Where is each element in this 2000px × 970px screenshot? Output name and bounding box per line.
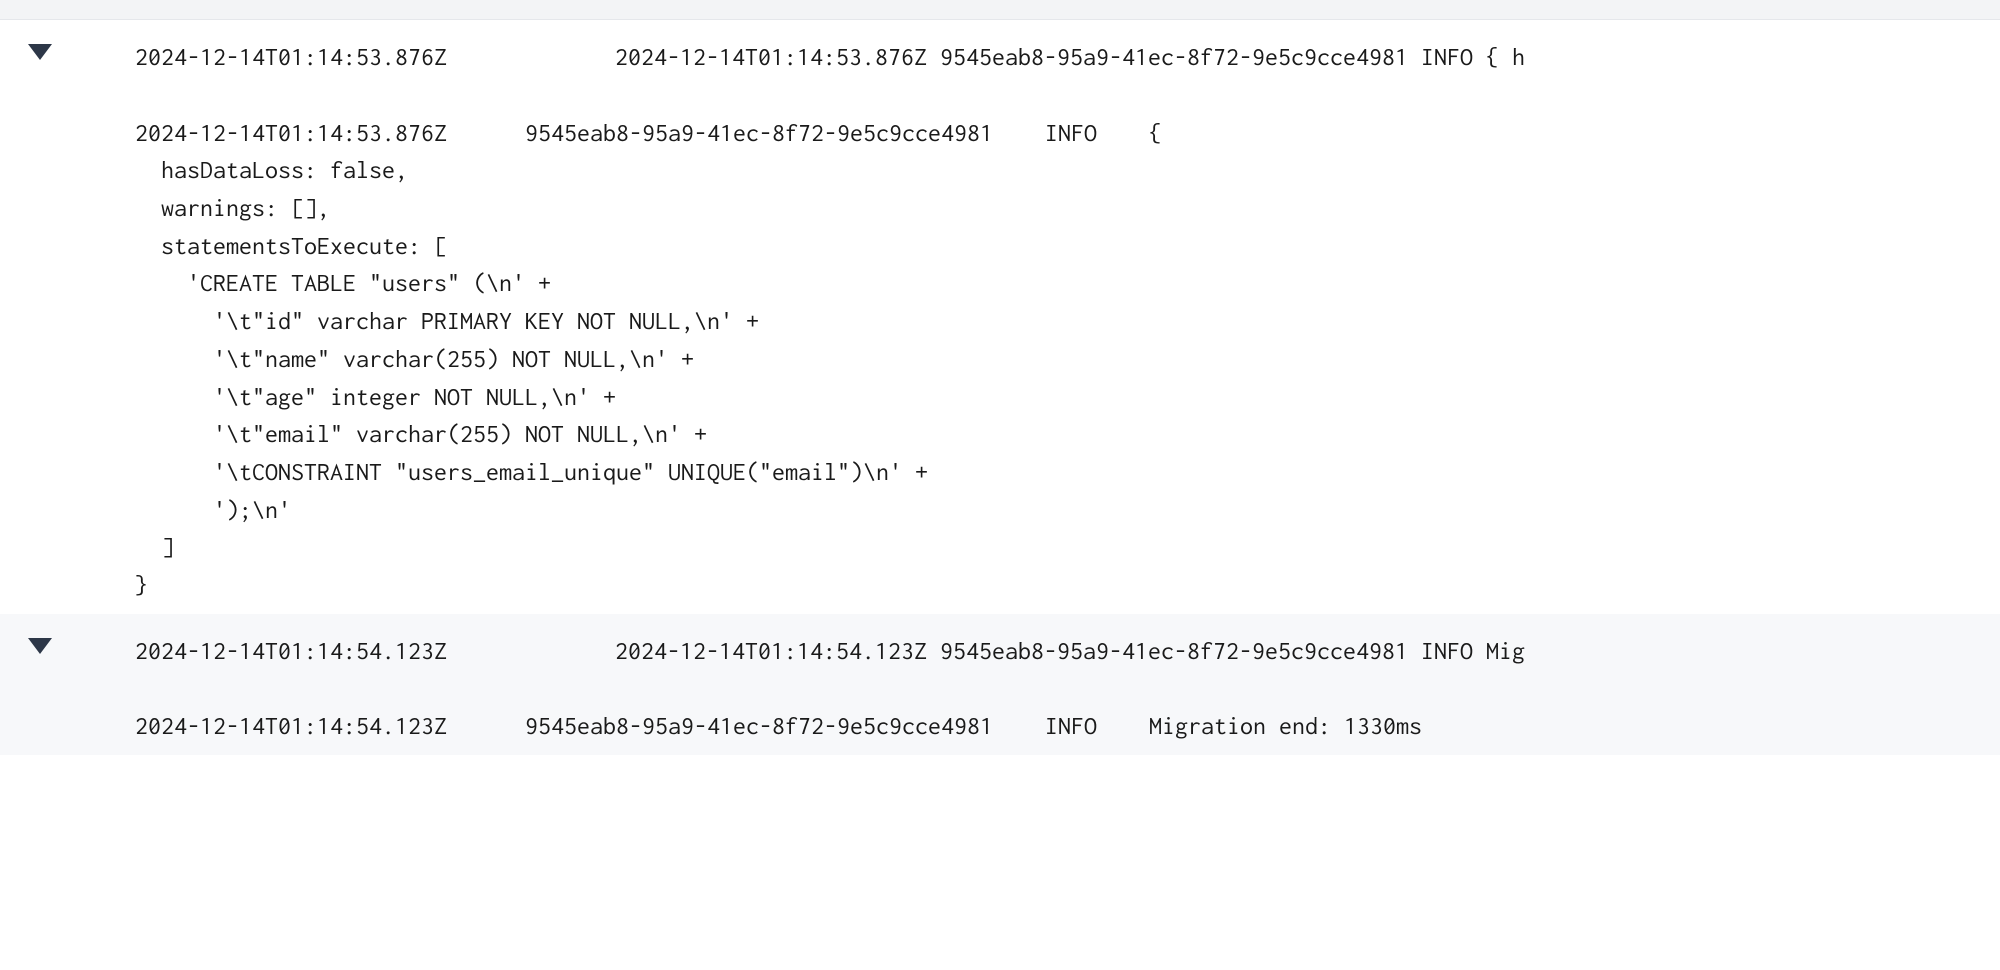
log-detail: 2024-12-14T01:14:54.123Z 9545eab8-95a9-4… xyxy=(0,677,2000,745)
chevron-down-icon xyxy=(28,638,52,654)
expand-toggle[interactable] xyxy=(0,38,80,60)
chevron-down-icon xyxy=(28,44,52,60)
log-detail-header: 2024-12-14T01:14:54.123Z 9545eab8-95a9-4… xyxy=(135,707,2000,745)
log-viewer: 2024-12-14T01:14:53.876Z 2024-12-14T01:1… xyxy=(0,0,2000,755)
log-summary-row[interactable]: 2024-12-14T01:14:53.876Z 2024-12-14T01:1… xyxy=(0,30,2000,84)
log-entry: 2024-12-14T01:14:53.876Z 2024-12-14T01:1… xyxy=(0,20,2000,614)
log-timestamp: 2024-12-14T01:14:53.876Z xyxy=(80,38,570,76)
log-detail: 2024-12-14T01:14:53.876Z 9545eab8-95a9-4… xyxy=(0,84,2000,604)
log-timestamp: 2024-12-14T01:14:54.123Z xyxy=(80,632,570,670)
log-summary-row[interactable]: 2024-12-14T01:14:54.123Z 2024-12-14T01:1… xyxy=(0,624,2000,678)
log-detail-body: hasDataLoss: false, warnings: [], statem… xyxy=(135,151,2000,603)
log-entry: 2024-12-14T01:14:54.123Z 2024-12-14T01:1… xyxy=(0,614,2000,755)
expand-toggle[interactable] xyxy=(0,632,80,654)
log-message-preview: 2024-12-14T01:14:53.876Z 9545eab8-95a9-4… xyxy=(570,38,1525,76)
header-row xyxy=(0,0,2000,20)
log-message-preview: 2024-12-14T01:14:54.123Z 9545eab8-95a9-4… xyxy=(570,632,1525,670)
log-detail-header: 2024-12-14T01:14:53.876Z 9545eab8-95a9-4… xyxy=(135,114,2000,152)
